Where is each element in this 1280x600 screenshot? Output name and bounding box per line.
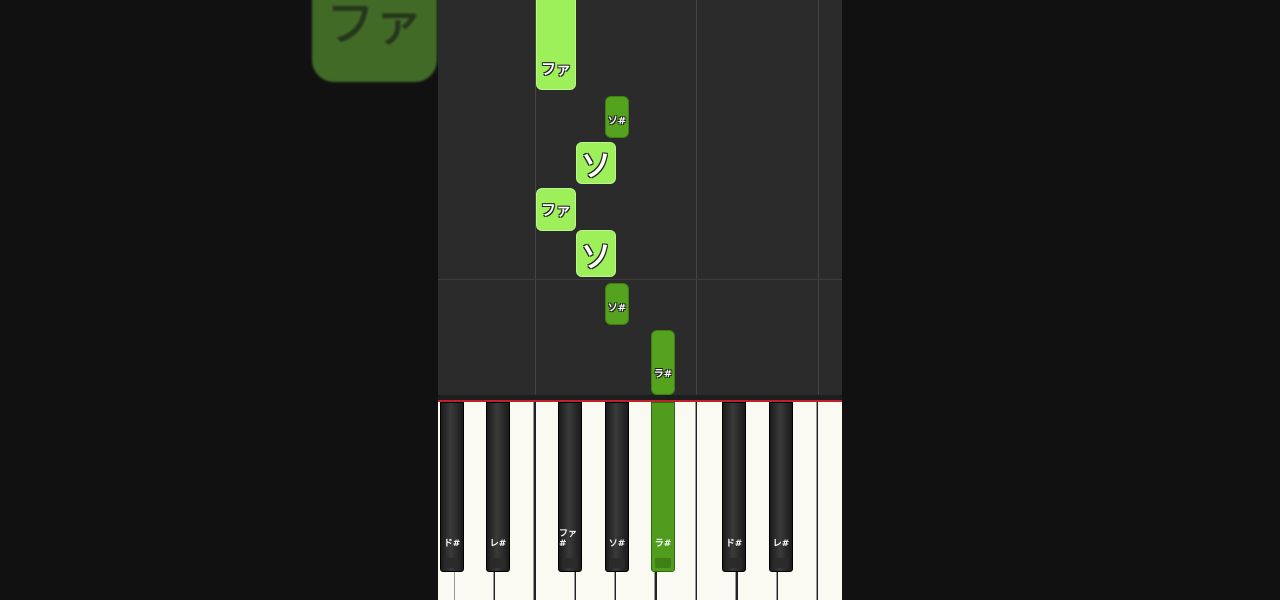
key-label: レ# <box>489 539 507 549</box>
key-label: ド# <box>725 539 743 549</box>
note-label: ソ# <box>607 116 627 127</box>
key-cap <box>444 558 460 568</box>
note-label: ファ <box>540 201 571 219</box>
key-cap <box>655 558 671 568</box>
key-label: ソ# <box>608 539 626 549</box>
key-cap <box>726 558 742 568</box>
note-label: ソ <box>581 239 611 275</box>
backdrop-note: ファ <box>312 0 437 82</box>
black-key[interactable]: レ# <box>486 402 510 572</box>
black-key[interactable]: ド# <box>722 402 746 572</box>
black-key[interactable]: ド# <box>440 402 464 572</box>
falling-note: ファ <box>536 188 576 231</box>
white-key[interactable] <box>818 402 842 600</box>
black-key[interactable]: ファ# <box>558 402 582 572</box>
key-cap <box>609 558 625 568</box>
note-label: ラ# <box>653 369 673 380</box>
key-cap <box>562 558 578 568</box>
key-label: ファ# <box>559 529 578 549</box>
black-key[interactable]: ソ# <box>605 402 629 572</box>
falling-note: ソ# <box>605 96 629 138</box>
grid-line <box>696 0 697 395</box>
falling-note: ファ <box>536 0 576 90</box>
grid-line <box>818 0 819 395</box>
falling-note: ソ <box>576 142 616 184</box>
note-label: ソ# <box>607 303 627 314</box>
key-cap <box>490 558 506 568</box>
grid-line <box>438 279 842 280</box>
note-label: ファ <box>540 60 571 78</box>
piano-keyboard: ド# レ# ファ# ソ# ラ# ド# レ# <box>438 402 842 600</box>
falling-note: ラ# <box>651 330 675 395</box>
piano-roll-panel: ファ ソ# ソ ファ ソ ソ# ラ# ド# レ# ファ# ソ# ラ# ド# レ# <box>438 0 842 600</box>
key-label: ド# <box>443 539 461 549</box>
key-cap <box>773 558 789 568</box>
falling-note: ソ <box>576 230 616 277</box>
falling-note: ソ# <box>605 283 629 325</box>
black-key-active[interactable]: ラ# <box>651 402 675 572</box>
key-label: ラ# <box>654 539 672 549</box>
backdrop-note-label: ファ <box>326 0 423 52</box>
note-label: ソ <box>581 149 611 184</box>
black-key[interactable]: レ# <box>769 402 793 572</box>
key-label: レ# <box>772 539 790 549</box>
